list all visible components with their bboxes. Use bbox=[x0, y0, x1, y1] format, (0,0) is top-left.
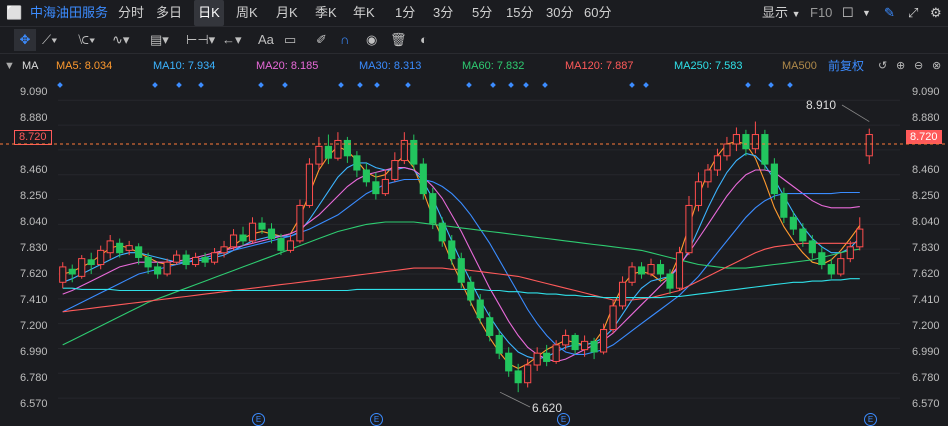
candle-body bbox=[173, 254, 181, 263]
candle-body bbox=[694, 181, 703, 206]
candle-body bbox=[808, 240, 816, 254]
candle-body bbox=[267, 228, 276, 240]
candle-body bbox=[846, 246, 854, 260]
candle-body bbox=[78, 258, 86, 277]
candle-body bbox=[818, 252, 826, 266]
candle-body bbox=[106, 240, 114, 254]
candle-body bbox=[524, 364, 532, 384]
candle-body bbox=[476, 299, 484, 319]
low-price-label: 6.620 bbox=[532, 401, 563, 415]
candle-body bbox=[400, 139, 408, 162]
candle-body bbox=[590, 340, 598, 353]
candle-body bbox=[210, 252, 219, 263]
candle-body bbox=[495, 334, 503, 354]
candle-body bbox=[97, 249, 105, 266]
candle-body bbox=[59, 266, 67, 283]
candle-body bbox=[296, 204, 304, 242]
candle-body bbox=[770, 163, 778, 195]
candle-body bbox=[438, 222, 446, 242]
candle-body bbox=[68, 268, 76, 275]
candle-body bbox=[362, 169, 370, 183]
candle-body bbox=[305, 163, 314, 206]
candle-body bbox=[154, 266, 162, 275]
candle-body bbox=[191, 256, 200, 266]
candle-body bbox=[751, 134, 759, 150]
candle-body bbox=[201, 256, 209, 263]
high-price-label: 8.910 bbox=[806, 98, 837, 112]
chart-grid bbox=[58, 99, 900, 399]
candle-body bbox=[581, 340, 589, 351]
high-pointer-line bbox=[841, 104, 870, 122]
candle-body bbox=[789, 216, 797, 230]
candle-body bbox=[286, 240, 295, 251]
candle-body bbox=[448, 240, 456, 260]
candle-body bbox=[543, 352, 551, 362]
candle-body bbox=[571, 334, 579, 351]
candle-body bbox=[704, 169, 712, 183]
kline-chart[interactable] bbox=[0, 0, 948, 423]
candle-body bbox=[799, 228, 807, 242]
candle-body bbox=[514, 370, 522, 384]
candle-body bbox=[239, 234, 247, 242]
candle-body bbox=[713, 155, 722, 171]
candle-body bbox=[116, 242, 124, 254]
candle-body bbox=[533, 352, 541, 366]
candle-body bbox=[381, 178, 389, 195]
candle-body bbox=[277, 238, 285, 251]
candle-body bbox=[125, 245, 133, 251]
candle-body bbox=[248, 222, 257, 242]
candle-body bbox=[324, 145, 333, 159]
candle-body bbox=[486, 317, 494, 336]
candle-body bbox=[837, 258, 845, 275]
candles bbox=[59, 121, 873, 393]
candle-body bbox=[742, 134, 750, 150]
candle-body bbox=[609, 305, 617, 331]
candle-body bbox=[87, 259, 95, 266]
candle-body bbox=[220, 246, 228, 254]
candle-body bbox=[135, 246, 143, 258]
candle-body bbox=[229, 234, 238, 248]
candle-body bbox=[780, 193, 788, 218]
event-marker-e[interactable]: E bbox=[370, 413, 383, 426]
candle-body bbox=[637, 266, 646, 275]
candle-body bbox=[562, 334, 570, 346]
candle-body bbox=[505, 352, 513, 372]
candle-body bbox=[144, 256, 152, 268]
candle-body bbox=[599, 329, 608, 353]
candle-body bbox=[163, 261, 171, 275]
candle-body bbox=[723, 143, 731, 157]
event-marker-e[interactable]: E bbox=[557, 413, 570, 426]
candle-body bbox=[732, 134, 741, 145]
candle-body bbox=[647, 264, 655, 275]
candle-body bbox=[827, 264, 835, 275]
candle-body bbox=[675, 252, 684, 289]
candle-body bbox=[182, 254, 190, 266]
event-marker-e[interactable]: E bbox=[252, 413, 265, 426]
candle-body bbox=[761, 134, 769, 165]
candle-body bbox=[391, 160, 399, 180]
candle-body bbox=[353, 155, 361, 171]
candle-body bbox=[258, 222, 266, 230]
candle-body bbox=[457, 258, 465, 283]
low-pointer-line bbox=[499, 391, 531, 408]
candle-body bbox=[372, 181, 380, 195]
event-marker-e[interactable]: E bbox=[864, 413, 877, 426]
candle-body bbox=[628, 266, 636, 283]
candle-body bbox=[865, 134, 873, 157]
candle-body bbox=[334, 139, 342, 159]
candle-body bbox=[685, 204, 693, 254]
candle-body bbox=[467, 281, 475, 301]
candle-body bbox=[419, 163, 427, 195]
candle-body bbox=[343, 139, 351, 157]
candle-body bbox=[618, 281, 627, 307]
candle-body bbox=[666, 273, 674, 289]
candle-body bbox=[856, 228, 864, 248]
candle-body bbox=[552, 344, 560, 362]
candle-body bbox=[429, 193, 437, 224]
candle-body bbox=[656, 264, 665, 275]
candle-body bbox=[315, 145, 323, 165]
